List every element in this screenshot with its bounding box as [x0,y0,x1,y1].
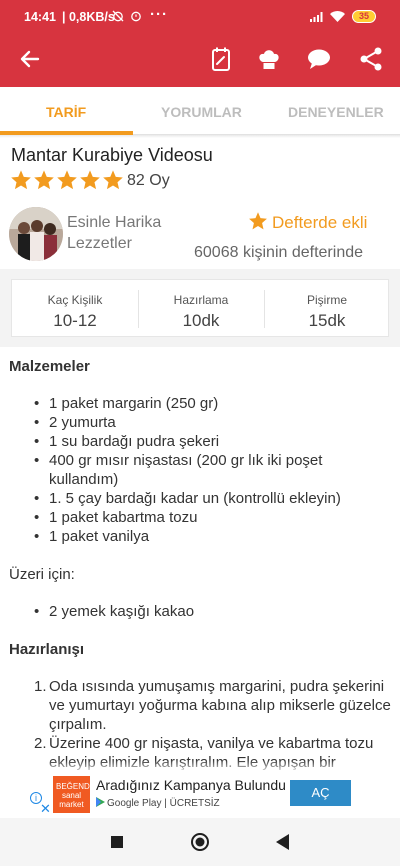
recipe-title: Mantar Kurabiye Videosu [11,145,213,165]
ad-subtitle: Google Play | ÜCRETSİZ [96,797,220,809]
back-arrow-icon [20,50,40,68]
ad-fade [0,760,400,774]
comment-icon [308,49,330,69]
recents-button[interactable] [111,836,123,848]
tab-testers[interactable]: DENEYENLER [288,104,384,120]
cook-label: Pişirme [306,293,347,307]
status-overflow-icon: ··· [150,6,168,23]
tab-comments[interactable]: YORUMLAR [161,104,242,120]
author-name[interactable]: Esinle Harika Lezzetler [67,212,187,254]
list-item: 1 paket vanilya [34,527,394,546]
star-icon [103,170,123,190]
home-button[interactable] [190,832,210,852]
app-bar [0,32,400,87]
star-icon [34,170,54,190]
share-icon [360,47,382,71]
cook-value: 15dk [308,311,346,330]
author-avatar[interactable] [9,207,63,261]
avatar-photo [9,207,63,261]
list-item: 1. 5 çay bardağı kadar un (kontrollü ekl… [34,489,394,508]
tab-shadow [0,135,400,138]
back-button[interactable] [16,45,44,73]
status-time: 14:41 [24,10,56,24]
preparation-heading: Hazırlanışı [9,641,85,658]
status-bar: 14:41 | 0,8KB/s ··· 35 [0,0,400,32]
chef-button[interactable] [255,45,283,73]
chef-hat-icon [259,50,279,69]
google-play-icon [96,797,105,807]
servings-label: Kaç Kişilik [47,293,103,307]
status-network-speed: | 0,8KB/s [62,10,115,24]
back-nav-button[interactable] [276,834,290,850]
comments-button[interactable] [305,45,333,73]
battery-icon: 35 [352,10,376,23]
ad-logo: BEĞENDİNİZ sanal market [53,776,105,813]
wifi-icon [330,11,345,22]
prep-label: Hazırlama [173,293,229,307]
ingredients-list: 1 paket margarin (250 gr) 2 yumurta 1 su… [9,394,394,546]
star-icon [80,170,100,190]
favorite-count: 60068 kişinin defterinde [194,244,364,261]
star-icon [11,170,31,190]
star-icon [249,212,267,230]
info-card: Kaç Kişilik 10-12 Hazırlama 10dk Pişirme… [11,279,389,337]
alarm-icon [131,11,141,22]
list-item: 1 paket kabartma tozu [34,508,394,527]
alarm-off-icon [112,10,124,22]
star-rating[interactable]: 82 Oy [10,169,170,193]
signal-icon [310,12,323,22]
list-item: 400 gr mısır nişastası (200 gr lık iki p… [34,451,394,489]
list-item: 2 yumurta [34,413,394,432]
cook-cell: Pişirme 15dk [264,280,390,336]
star-icon [57,170,77,190]
notebook-button[interactable] [207,45,235,73]
ad-title[interactable]: Aradığınız Kampanya Bulundu [96,777,306,793]
topping-list: 2 yemek kaşığı kakao [9,602,394,621]
notebook-icon [212,47,230,71]
list-item: 1 paket margarin (250 gr) [34,394,394,413]
servings-cell: Kaç Kişilik 10-12 [12,280,138,336]
favorite-button[interactable]: Defterde ekli [248,211,367,233]
ad-open-button[interactable]: AÇ [290,780,351,806]
ad-close-icon[interactable]: ✕ [40,801,51,817]
list-item: 2 yemek kaşığı kakao [34,602,394,621]
tab-bar: TARİF YORUMLAR DENEYENLER [0,87,400,135]
topping-label: Üzeri için: [9,566,75,583]
screen: 14:41 | 0,8KB/s ··· 35 TARİF YORUMLAR DE… [0,0,400,866]
ad-price: | ÜCRETSİZ [164,798,220,809]
step-text: Oda ısısında yumuşamış margarini, pudra … [49,678,391,733]
prep-cell: Hazırlama 10dk [138,280,264,336]
servings-value: 10-12 [53,311,97,330]
list-item: 1 su bardağı pudra şekeri [34,432,394,451]
ad-store: Google Play [107,798,162,809]
recipe-content: Malzemeler 1 paket margarin (250 gr) 2 y… [9,355,394,772]
share-button[interactable] [357,45,385,73]
battery-level: 35 [358,11,369,21]
prep-value: 10dk [182,311,220,330]
ingredients-heading: Malzemeler [9,358,90,375]
step-item: 1. Oda ısısında yumuşamış margarini, pudr… [34,678,391,733]
favorite-label: Defterde ekli [272,213,368,232]
preparation-steps: 1. Oda ısısında yumuşamış margarini, pudr… [9,677,394,772]
tab-recipe[interactable]: TARİF [46,104,86,120]
rating-count: 82 Oy [127,172,170,189]
